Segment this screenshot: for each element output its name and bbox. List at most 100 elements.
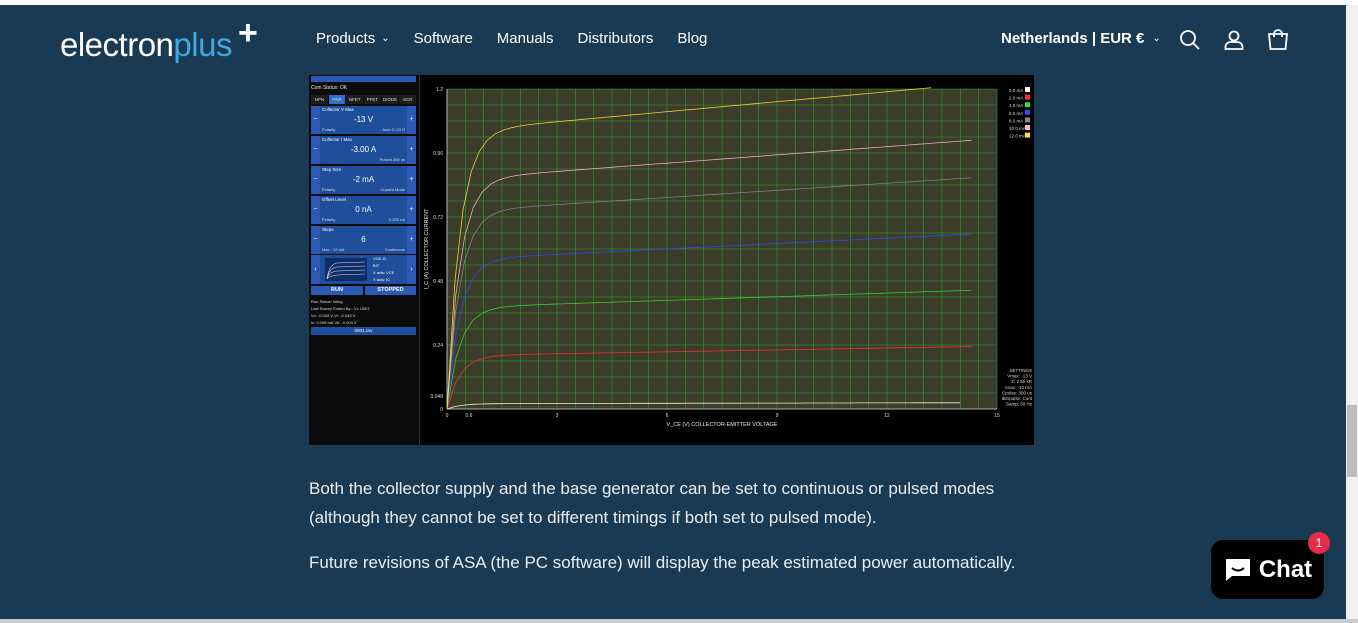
file-selector[interactable]: 0001.csv [311,327,416,335]
minus-button[interactable]: − [311,166,320,194]
x-tick-label: 15 [994,413,1000,419]
chevron-right-icon[interactable]: › [407,255,416,284]
stopped-button[interactable]: STOPPED [365,286,416,295]
control-value: 0 nA [355,205,372,214]
settings-line: Z: 2.55 kR [1011,379,1033,384]
nav-blog-label: Blog [677,30,708,47]
mini-label: X axis: VCE [373,270,395,275]
logo-text-electron: electron [60,26,174,63]
control-sub-right: Current Mode [380,187,405,192]
nav-manuals-label: Manuals [496,30,554,47]
site-logo[interactable]: electron plus + [60,14,258,64]
tab-scr[interactable]: SCR [399,95,417,104]
nav-software-label: Software [413,30,473,47]
control-value: -13 V [353,115,374,124]
control-sub-right: Continuous [384,247,405,252]
legend-label: 4.0 mA [1009,103,1023,108]
paragraph-modes: Both the collector supply and the base g… [309,479,995,527]
chat-bubble-icon [1225,558,1250,581]
y-tick-label: 1.2 [436,87,443,93]
nav-products[interactable]: Products ⌄ [316,30,390,47]
run-status-line: Vc: -0.043 V Vr: -0.043 V [311,313,356,318]
settings-line: SETTINGS [1009,368,1032,373]
panel-top-bar [311,76,416,82]
plus-button[interactable]: + [407,106,416,134]
search-icon[interactable] [1178,28,1202,52]
scrollbar-thumb[interactable] [1347,405,1357,477]
nav-products-label: Products [316,30,376,47]
tab-nfet[interactable]: NFET [346,95,364,104]
nav-distributors[interactable]: Distributors [578,30,654,47]
y-tick-label: 0.48 [433,279,443,285]
settings-line: IBGpulse: Cont [1001,396,1032,401]
legend-swatch [1025,132,1030,138]
minus-button[interactable]: − [311,226,320,254]
settings-line: Cpulse: 300 us [1002,390,1033,395]
y-tick-label: 0.72 [433,215,443,221]
legend-swatch [1025,102,1030,108]
tab-pnp[interactable]: PNP [328,95,346,104]
country-selector[interactable]: Netherlands | EUR € ⌄ [1001,30,1161,47]
nav-distributors-label: Distributors [577,30,654,47]
mini-plot-thumbnail [325,258,367,281]
x-tick-label: 0.6 [466,413,473,419]
legend-swatch [1025,117,1030,123]
chat-button[interactable]: Chat [1211,540,1324,599]
legend-label: 6.0 mA [1009,111,1023,116]
iv-curve-plot: 1.2 0.96 0.72 0.48 0.24 0.048 0 0 0.6 3 6 9 12 15 V_CE… [419,75,1034,445]
collector-i-max-control: − Collector I Max -3.00 A Pulsed 300 us … [311,136,416,164]
chat-notification-badge: 1 [1308,532,1330,554]
run-status-line: Ic: 0.008 mA Vb: -0.004 V [311,320,357,325]
tab-npn[interactable]: NPN [311,95,328,104]
legend-swatch [1025,125,1030,130]
account-icon[interactable] [1222,28,1246,52]
curve-tracer-screenshot: Com Status: OK NPN PNP NFET PFET DIODE S… [309,75,1034,445]
settings-line: Vmax: -13 V [1007,374,1032,379]
minus-button[interactable]: − [311,106,320,134]
cart-icon[interactable] [1266,28,1290,52]
y-tick-label: 0.048 [430,394,443,400]
step-size-control: − Step Size -2 mA Polarity Current Mode … [311,166,416,194]
control-label: Collector V Max [322,107,354,112]
control-sub-left: Polarity [322,217,336,222]
control-value: -3.00 A [350,145,377,154]
minus-button[interactable]: − [311,196,320,224]
logo-plus-mark: + [238,14,258,52]
control-sub-left: Polarity [322,187,336,192]
settings-line: Imax: -10 mA [1005,385,1032,390]
run-button[interactable]: RUN [311,286,363,295]
x-tick-label: 9 [776,413,779,419]
nav-software[interactable]: Software [414,30,473,47]
page-scrollbar[interactable] [1346,5,1358,619]
control-label: Step Size [322,167,342,172]
mini-label: Y axis: IC [373,277,391,282]
tab-diode[interactable]: DIODE [381,95,399,104]
legend-swatch [1025,94,1030,100]
nav-blog[interactable]: Blog [677,30,707,47]
y-tick-label: 0.96 [433,151,443,157]
settings-line: Samp: 50 Hz [1006,402,1033,407]
legend-label: 12.0 mA [1009,134,1026,139]
collector-v-max-control: − Collector V Max -13 V Polarity Auto Z=… [311,106,416,134]
control-value: 6 [361,235,366,244]
chevron-left-icon[interactable]: ‹ [311,255,320,284]
minus-button[interactable]: − [311,136,320,164]
tab-pfet[interactable]: PFET [364,95,381,104]
chat-label: Chat [1258,555,1313,583]
mini-label: BIT [373,263,380,268]
plus-button[interactable]: + [407,136,416,164]
plus-button[interactable]: + [407,226,416,254]
legend-label: 8.0 mA [1009,118,1023,123]
control-sub-left: Max.: 12 mA [322,247,345,252]
control-sub-right: Auto Z=24 R [382,127,405,132]
plus-button[interactable]: + [407,196,416,224]
top-edge [0,0,1358,5]
main-nav: Products ⌄ Software Manuals Distributors … [316,30,731,47]
bottom-edge [0,619,1358,623]
plot-svg: 1.2 0.96 0.72 0.48 0.24 0.048 00 0.6 3 6 9 12 15 V_CE… [424,87,1033,428]
x-tick-label: 12 [884,413,890,419]
plus-button[interactable]: + [407,166,416,194]
run-status-line: Run Status: Idling [311,299,343,304]
nav-manuals[interactable]: Manuals [497,30,554,47]
control-sub-left: Polarity [322,127,336,132]
